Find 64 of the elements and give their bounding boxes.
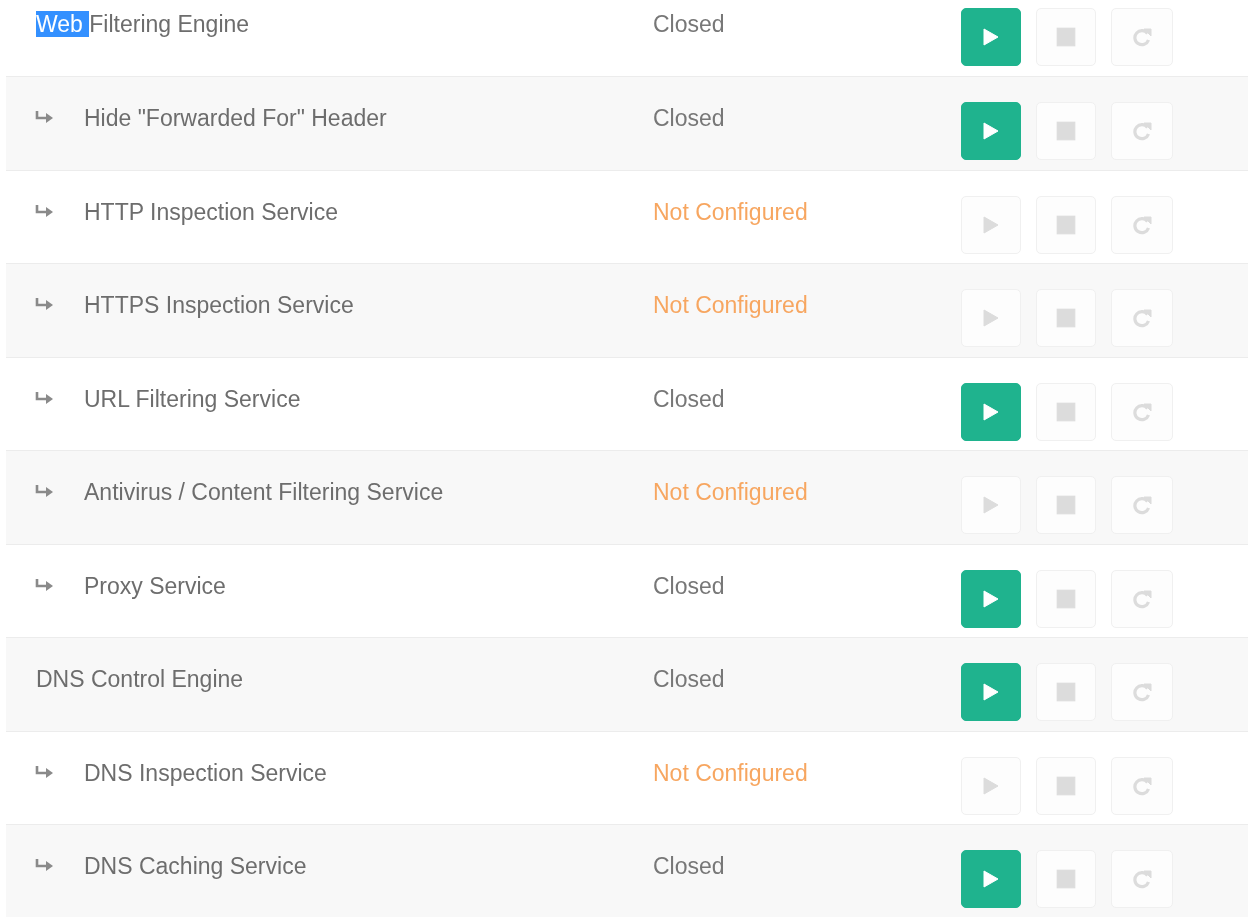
- stop-icon: [1055, 868, 1077, 890]
- hook-arrow-icon: [34, 390, 54, 407]
- service-name: Antivirus / Content Filtering Service: [84, 478, 444, 506]
- stop-icon: [1055, 213, 1077, 236]
- service-name: Hide "Forwarded For" Header: [84, 104, 387, 132]
- refresh-icon: [1132, 869, 1152, 889]
- stop-icon: [1055, 494, 1077, 516]
- service-name: DNS Control Engine: [36, 665, 244, 693]
- service-status: Not Configured: [653, 478, 809, 506]
- service-name: HTTP Inspection Service: [84, 197, 338, 226]
- start-button[interactable]: [961, 850, 1021, 908]
- service-name: HTTPS Inspection Service: [84, 291, 354, 319]
- service-name: Proxy Service: [84, 571, 226, 600]
- play-icon: [981, 308, 1001, 328]
- hook-arrow-icon: [34, 203, 54, 220]
- hook-arrow-icon: [34, 764, 54, 781]
- refresh-icon: [1132, 495, 1152, 515]
- service-status: Not Configured: [653, 197, 809, 226]
- play-icon: [981, 27, 1001, 47]
- play-icon: [981, 401, 1001, 422]
- hook-arrow-icon: [34, 297, 54, 313]
- hook-arrow-icon: [34, 484, 54, 500]
- hook-arrow-icon: [34, 577, 54, 594]
- refresh-icon: [1132, 27, 1152, 47]
- service-status: Closed: [653, 571, 726, 600]
- stop-icon: [1055, 587, 1077, 610]
- service-status: Closed: [653, 665, 726, 693]
- play-icon: [981, 214, 1001, 235]
- hook-arrow-icon: [34, 110, 54, 126]
- refresh-icon: [1132, 308, 1152, 328]
- stop-icon: [1055, 26, 1077, 48]
- refresh-icon: [1132, 775, 1152, 796]
- stop-icon: [1055, 681, 1077, 703]
- start-button[interactable]: [961, 382, 1021, 441]
- play-icon: [981, 682, 1001, 702]
- start-button[interactable]: [961, 569, 1021, 628]
- refresh-icon: [1132, 214, 1152, 235]
- service-status: Closed: [653, 10, 726, 38]
- play-icon: [981, 869, 1001, 889]
- play-icon: [981, 495, 1001, 515]
- service-status: Closed: [653, 104, 726, 132]
- refresh-icon: [1132, 682, 1152, 702]
- hook-arrow-icon: [34, 858, 54, 874]
- start-button[interactable]: [961, 663, 1021, 721]
- stop-icon: [1055, 307, 1077, 329]
- service-status: Closed: [653, 852, 726, 880]
- service-status: Not Configured: [653, 291, 809, 319]
- service-status: Closed: [653, 384, 726, 413]
- service-name: DNS Caching Service: [84, 852, 307, 880]
- refresh-icon: [1132, 401, 1152, 422]
- service-status: Not Configured: [653, 758, 809, 787]
- service-name: Web Filtering Engine: [36, 10, 250, 38]
- refresh-icon: [1132, 121, 1152, 141]
- start-button[interactable]: [961, 102, 1021, 160]
- service-name: URL Filtering Service: [84, 384, 301, 413]
- service-name: DNS Inspection Service: [84, 758, 327, 787]
- start-button[interactable]: [961, 8, 1021, 66]
- stop-icon: [1055, 120, 1077, 142]
- refresh-icon: [1132, 588, 1152, 609]
- stop-icon: [1055, 400, 1077, 423]
- stop-icon: [1055, 774, 1077, 797]
- play-icon: [981, 775, 1001, 796]
- play-icon: [981, 588, 1001, 609]
- play-icon: [981, 121, 1001, 141]
